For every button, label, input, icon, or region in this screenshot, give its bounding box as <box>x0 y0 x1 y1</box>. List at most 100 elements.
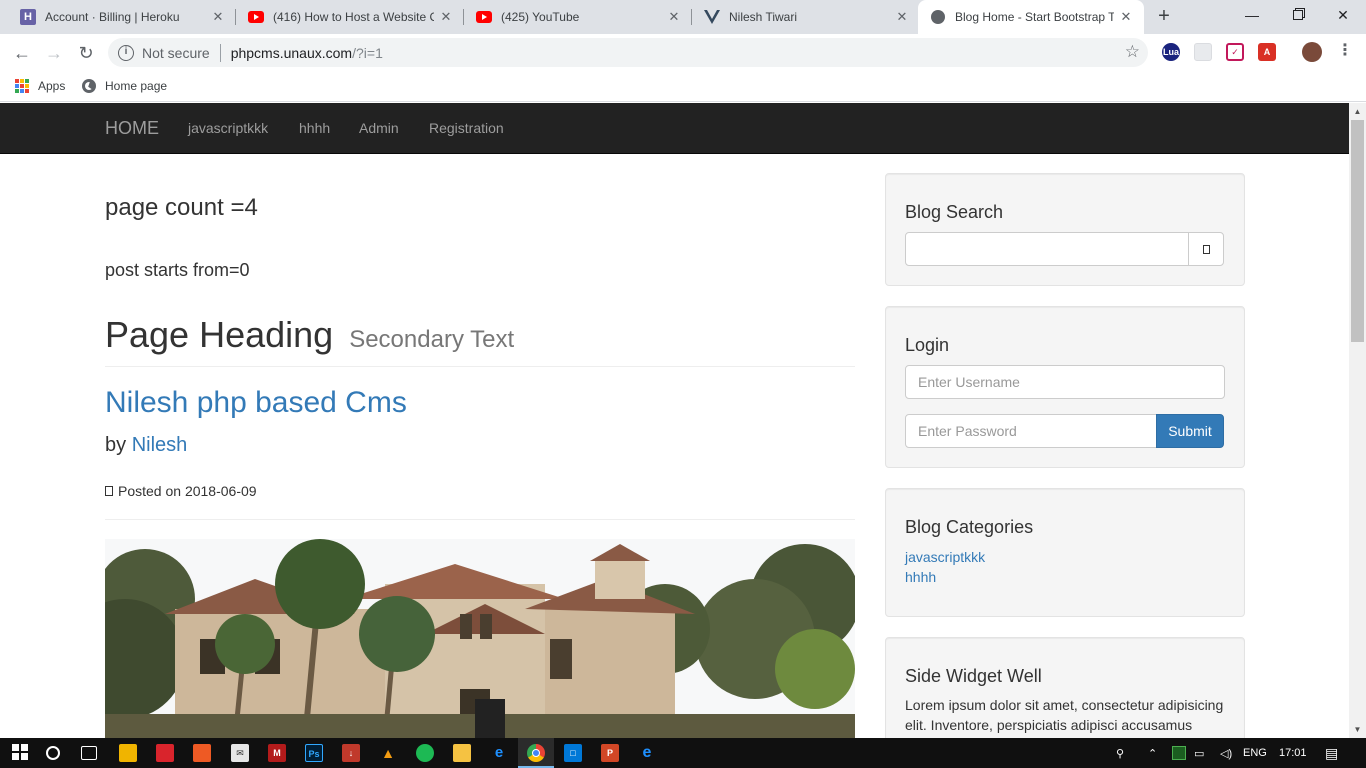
post-byline: by Nilesh <box>105 434 187 457</box>
browser-tab-youtube[interactable]: (425) YouTube ✕ <box>464 0 692 34</box>
url-path: /?i=1 <box>352 44 383 61</box>
bookmark-home-page[interactable]: Home page <box>82 77 167 95</box>
tab-title: (425) YouTube <box>501 10 580 24</box>
bookmarks-bar: Apps Home page <box>0 71 1366 102</box>
browser-tab-youtube-video[interactable]: (416) How to Host a Website C ✕ <box>236 0 464 34</box>
post-image <box>105 539 855 738</box>
search-button[interactable] <box>1188 232 1224 266</box>
close-tab-icon[interactable]: ✕ <box>666 9 682 25</box>
browser-tab-nilesh[interactable]: Nilesh Tiwari ✕ <box>692 0 920 34</box>
login-title: Login <box>905 335 950 355</box>
navbar-brand[interactable]: HOME <box>105 118 159 139</box>
bookmark-label: Home page <box>105 79 168 93</box>
site-navbar: HOME javascriptkkk hhhh Admin Registrati… <box>0 103 1349 154</box>
security-label[interactable]: Not secure <box>142 45 210 61</box>
extension-blank-icon[interactable] <box>1194 43 1212 61</box>
post-date: Posted on 2018-06-09 <box>105 483 257 499</box>
windows-start-icon[interactable] <box>11 744 29 762</box>
mail-app-icon[interactable] <box>156 744 174 762</box>
nav-link-admin[interactable]: Admin <box>359 120 399 136</box>
internet-explorer-icon[interactable]: e <box>638 744 656 762</box>
search-icon[interactable] <box>46 746 60 760</box>
browser-tab-heroku[interactable]: H Account · Billing | Heroku ✕ <box>8 0 236 34</box>
globe-icon <box>930 9 946 25</box>
divider <box>105 519 855 520</box>
password-field[interactable]: Enter Password <box>905 414 1157 448</box>
profile-avatar[interactable] <box>1302 42 1322 62</box>
task-view-icon[interactable] <box>81 746 97 760</box>
nav-link-javascriptkkk[interactable]: javascriptkkk <box>188 120 268 136</box>
minimize-button[interactable]: — <box>1229 0 1275 30</box>
vlc-icon[interactable]: ▲ <box>379 744 397 762</box>
login-well: Login Enter Username Enter Password Subm… <box>885 306 1245 468</box>
file-explorer-icon[interactable] <box>453 744 471 762</box>
scroll-down-arrow-icon[interactable]: ▼ <box>1349 721 1366 738</box>
blog-search-input[interactable] <box>905 232 1189 266</box>
browser-tab-strip: H Account · Billing | Heroku ✕ (416) How… <box>0 0 1366 34</box>
more-menu-icon[interactable]: ⋮ <box>1336 43 1354 61</box>
side-widget-text: Lorem ipsum dolor sit amet, consectetur … <box>905 697 1224 733</box>
bookmark-star-icon[interactable]: ☆ <box>1125 42 1140 62</box>
globe-icon <box>82 79 96 93</box>
app-icon[interactable]: □ <box>564 744 582 762</box>
spotify-icon[interactable] <box>416 744 434 762</box>
tab-title: (416) How to Host a Website C <box>273 10 434 24</box>
close-tab-icon[interactable]: ✕ <box>894 9 910 25</box>
clock[interactable]: 17:01 <box>1279 738 1307 768</box>
blog-categories-well: Blog Categories javascriptkkk hhhh <box>885 488 1245 617</box>
browser-tab-blog-home[interactable]: Blog Home - Start Bootstrap Te ✕ <box>918 0 1144 34</box>
nav-link-registration[interactable]: Registration <box>429 120 504 136</box>
powerpoint-icon[interactable]: P <box>601 744 619 762</box>
extension-pocket-icon[interactable]: ✓ <box>1226 43 1244 61</box>
store-icon[interactable] <box>119 744 137 762</box>
restore-button[interactable] <box>1275 0 1321 30</box>
category-link-javascriptkkk[interactable]: javascriptkkk <box>905 549 985 565</box>
forward-arrow-icon[interactable]: → <box>40 39 68 67</box>
close-tab-icon[interactable]: ✕ <box>1118 9 1134 25</box>
side-widget-well: Side Widget Well Lorem ipsum dolor sit a… <box>885 637 1245 738</box>
close-tab-icon[interactable]: ✕ <box>210 9 226 25</box>
heroku-icon: H <box>20 9 36 25</box>
volume-icon[interactable]: ◁) <box>1220 738 1232 768</box>
nav-link-hhhh[interactable]: hhhh <box>299 120 330 136</box>
page-scrollbar[interactable]: ▲ ▼ <box>1349 103 1366 738</box>
download-manager-icon[interactable]: ↓ <box>342 744 360 762</box>
mail-icon[interactable]: ✉ <box>231 744 249 762</box>
category-link-hhhh[interactable]: hhhh <box>905 569 936 585</box>
close-window-button[interactable]: ✕ <box>1320 0 1366 30</box>
url-text[interactable]: phpcms.unaux.com/?i=1 <box>231 45 383 61</box>
language-indicator[interactable]: ENG <box>1243 738 1267 768</box>
mcafee-icon[interactable]: M <box>268 744 286 762</box>
scroll-up-arrow-icon[interactable]: ▲ <box>1349 103 1366 120</box>
people-icon[interactable]: ⚲ <box>1116 738 1124 768</box>
photoshop-icon[interactable]: Ps <box>305 744 323 762</box>
submit-button[interactable]: Submit <box>1156 414 1224 448</box>
search-icon <box>1202 244 1210 254</box>
battery-icon[interactable] <box>1172 738 1186 768</box>
reload-icon[interactable]: ↻ <box>72 39 100 67</box>
extension-lua-icon[interactable]: Lua <box>1162 43 1180 61</box>
network-icon[interactable]: ▭ <box>1194 738 1204 768</box>
new-tab-button[interactable]: + <box>1153 6 1175 28</box>
chevron-up-icon[interactable]: ⌃ <box>1148 738 1157 768</box>
post-author-link[interactable]: Nilesh <box>132 434 188 456</box>
apps-grid-icon <box>15 79 29 93</box>
close-tab-icon[interactable]: ✕ <box>438 9 454 25</box>
page-heading-secondary: Secondary Text <box>349 326 515 353</box>
chrome-taskbar-button[interactable] <box>518 738 554 768</box>
username-field[interactable]: Enter Username <box>905 365 1225 399</box>
address-bar[interactable]: i Not secure phpcms.unaux.com/?i=1 ☆ <box>108 38 1148 67</box>
notifications-icon[interactable]: ▤ <box>1325 738 1338 768</box>
back-arrow-icon[interactable]: ← <box>8 39 36 67</box>
post-date-text: Posted on 2018-06-09 <box>118 483 257 499</box>
side-widget-title: Side Widget Well <box>905 666 1042 686</box>
post-title-link[interactable]: Nilesh php based Cms <box>105 386 407 420</box>
scrollbar-thumb[interactable] <box>1351 120 1364 342</box>
extension-acrobat-icon[interactable]: A <box>1258 43 1276 61</box>
edge-icon[interactable]: e <box>490 744 508 762</box>
info-icon[interactable]: i <box>118 44 134 61</box>
youtube-icon <box>248 9 264 25</box>
bookmark-apps[interactable]: Apps <box>15 77 65 95</box>
office-icon[interactable] <box>193 744 211 762</box>
username-placeholder: Enter Username <box>918 374 1020 390</box>
